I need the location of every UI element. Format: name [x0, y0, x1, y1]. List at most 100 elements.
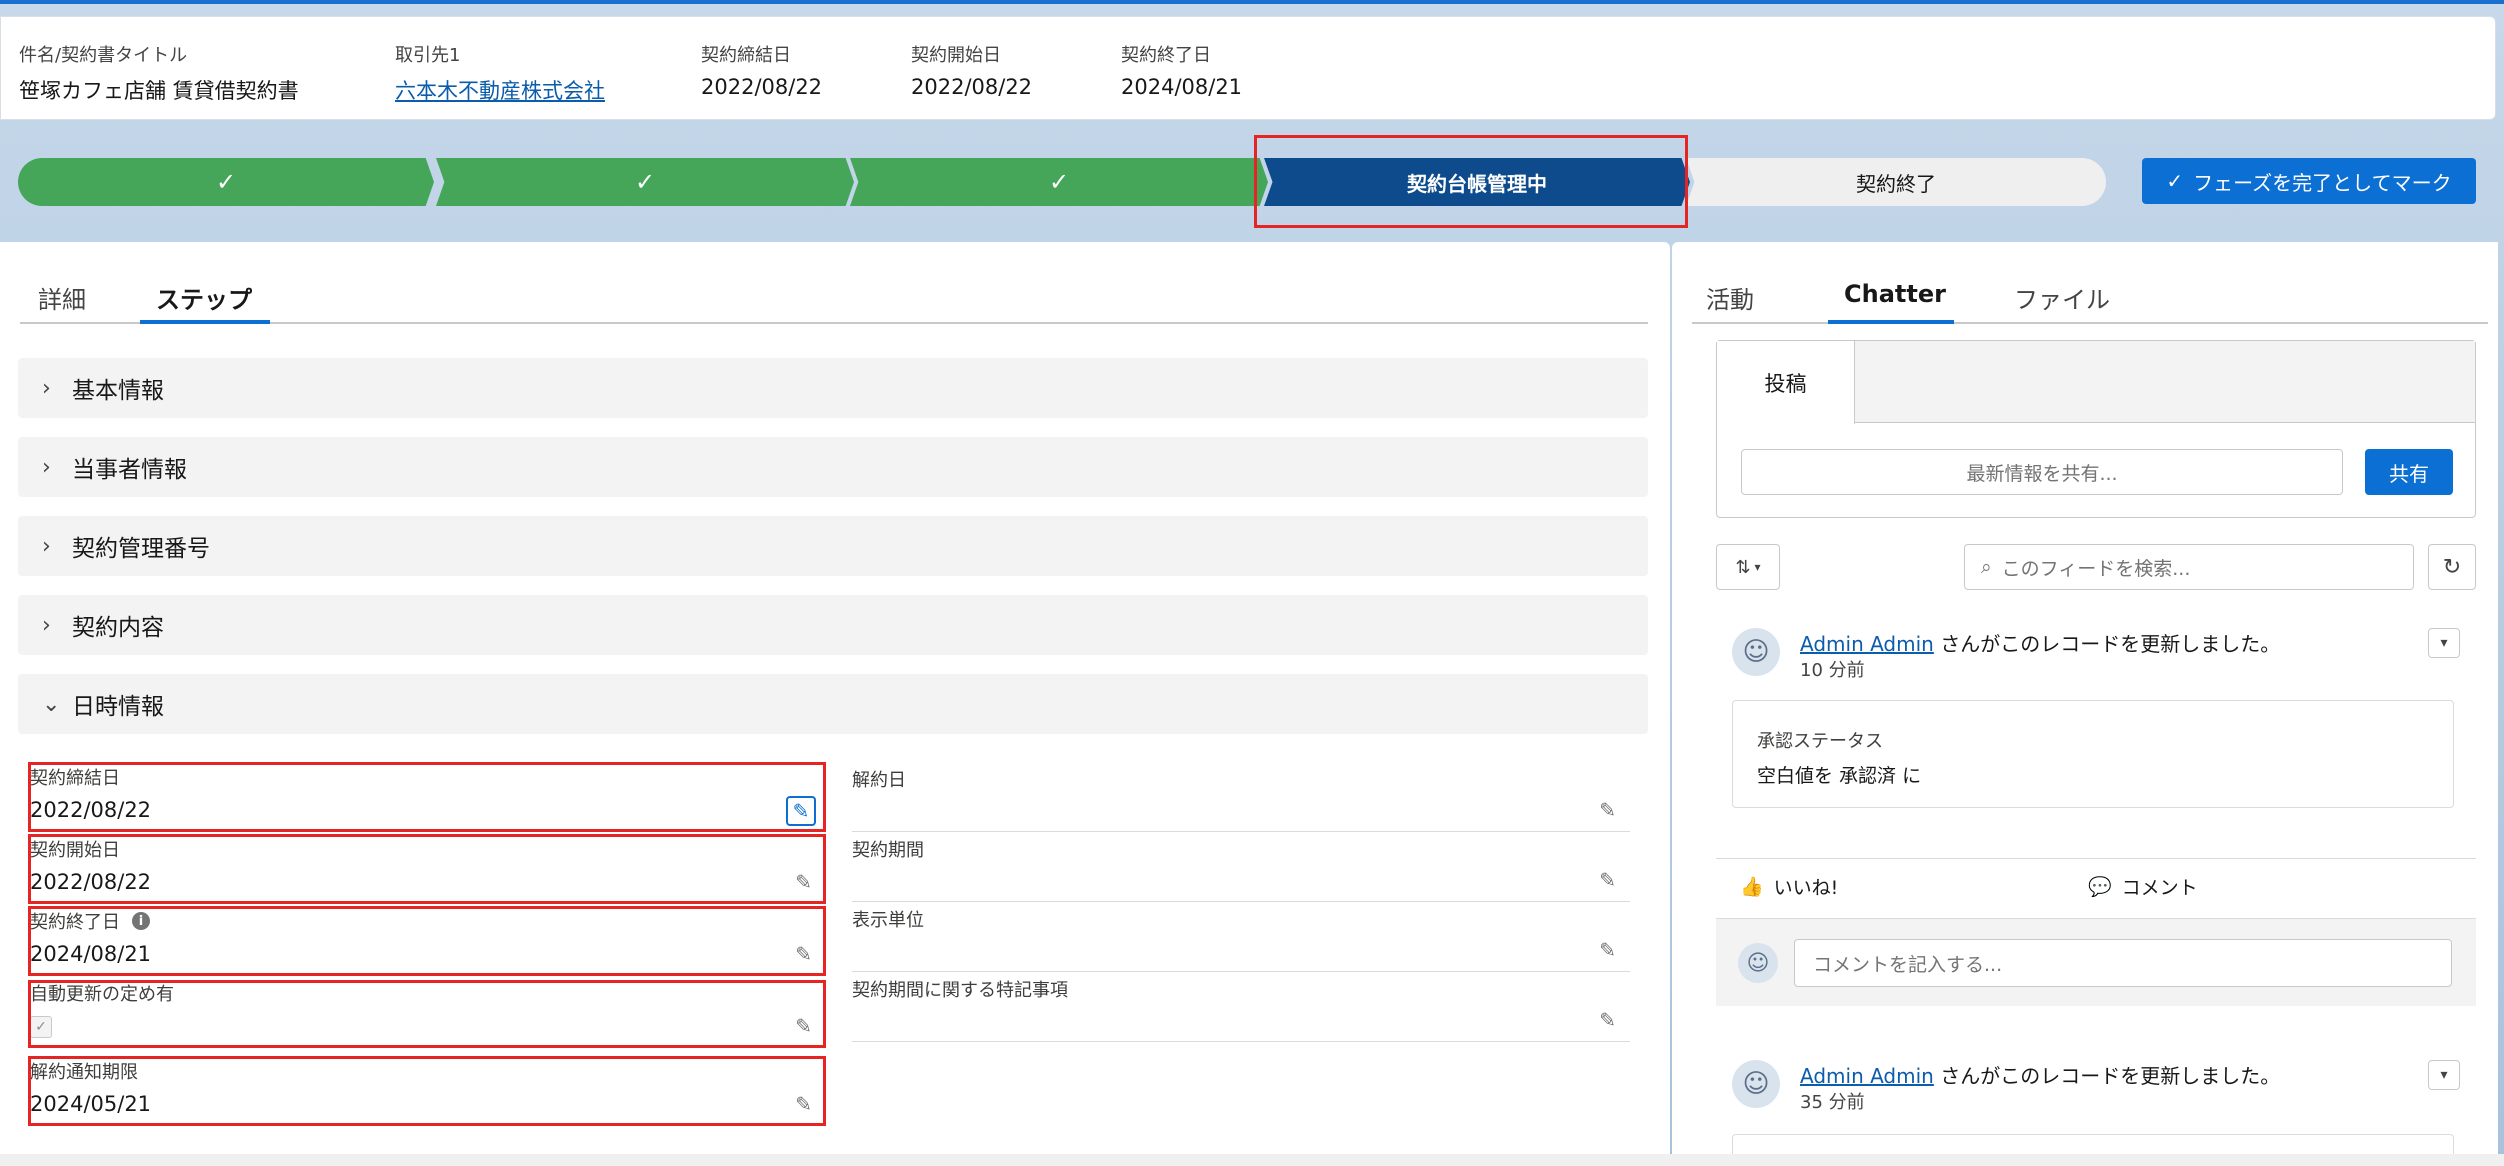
chevron-right-icon: ›	[42, 533, 51, 559]
comment-icon: 💬	[2088, 876, 2112, 898]
path-stage-5[interactable]: 契約終了	[1686, 158, 2106, 206]
avatar[interactable]: ☺	[1732, 1060, 1780, 1108]
field-label: 契約期間	[852, 840, 924, 861]
share-button[interactable]: 共有	[2365, 449, 2453, 495]
highlight-box-field	[28, 980, 826, 1048]
chevron-down-icon: ▾	[1754, 560, 1761, 574]
avatar[interactable]: ☺	[1732, 628, 1780, 676]
highlight-value: 2022/08/22	[701, 75, 823, 99]
account-link[interactable]: 六本木不動産株式会社	[395, 75, 605, 105]
check-icon: ✓	[215, 168, 237, 196]
record-detail-card: 詳細 ステップ › 基本情報 › 当事者情報 › 契約管理番号 › 契約内容 ⌄…	[0, 242, 1670, 1166]
sort-icon: ⇅	[1735, 556, 1751, 578]
highlight-box-field	[28, 906, 826, 976]
edit-pencil-icon[interactable]: ✎	[1599, 868, 1616, 892]
side-tabs: 活動 Chatter ファイル	[1692, 262, 2488, 324]
tab-steps[interactable]: ステップ	[156, 280, 252, 315]
field-label: 解約日	[852, 770, 906, 791]
active-tab-indicator	[1828, 320, 1954, 324]
top-accent-bar	[0, 0, 2504, 4]
section-title: 基本情報	[72, 378, 164, 404]
tab-chatter[interactable]: Chatter	[1844, 280, 1946, 308]
post-author-link[interactable]: Admin Admin	[1800, 1064, 1934, 1088]
path-stage-label: 契約終了	[1856, 171, 1936, 196]
post-actions: 👍 いいね! 💬 コメント	[1716, 858, 2476, 914]
section-contract-number[interactable]: › 契約管理番号	[18, 516, 1648, 576]
highlight-label: 取引先1	[395, 45, 461, 66]
section-title: 契約内容	[72, 615, 164, 641]
change-field-label: 承認ステータス	[1757, 731, 1883, 752]
refresh-icon: ↻	[2442, 554, 2462, 580]
check-icon: ✓	[2166, 169, 2184, 193]
highlight-account: 取引先1 六本木不動産株式会社	[395, 41, 605, 105]
feed-search-placeholder: このフィードを検索...	[2001, 557, 2191, 580]
highlight-label: 契約開始日	[911, 45, 1001, 66]
post-timestamp[interactable]: 10 分前	[1800, 656, 1865, 682]
section-contract-content[interactable]: › 契約内容	[18, 595, 1648, 655]
section-date-info[interactable]: ⌄ 日時情報	[18, 674, 1648, 734]
feed-search-input[interactable]: ⌕ このフィードを検索...	[1964, 544, 2414, 590]
chevron-down-icon: ▾	[2440, 1067, 2448, 1083]
tracked-change-box: 承認ステータス 空白値を 承認済 に	[1732, 700, 2454, 808]
mark-stage-complete-button[interactable]: ✓ フェーズを完了としてマーク	[2142, 158, 2476, 204]
chevron-right-icon: ›	[42, 454, 51, 480]
comment-label: コメント	[2121, 877, 2198, 899]
path-stage-1[interactable]: ✓	[18, 158, 434, 206]
check-icon: ✓	[634, 168, 656, 196]
tab-details[interactable]: 詳細	[38, 280, 86, 315]
chevron-down-icon: ⌄	[42, 691, 61, 717]
post-menu-button[interactable]: ▾	[2428, 1060, 2460, 1090]
post-text: さんがこのレコードを更新しました。	[1933, 1064, 2281, 1088]
field-divider	[852, 1041, 1630, 1042]
chatter-card: 活動 Chatter ファイル 投稿 最新情報を共有... 共有 ⇅ ▾ ⌕ こ…	[1672, 242, 2498, 1166]
edit-pencil-icon[interactable]: ✎	[1599, 938, 1616, 962]
sales-path: ✓ ✓ ✓ 契約台帳管理中 契約終了	[18, 158, 2108, 206]
section-title: 当事者情報	[72, 457, 187, 483]
highlight-box-current-stage	[1254, 135, 1688, 228]
edit-pencil-icon[interactable]: ✎	[1599, 1008, 1616, 1032]
field-label: 表示単位	[852, 910, 924, 931]
post-author-link[interactable]: Admin Admin	[1800, 632, 1934, 656]
share-update-input[interactable]: 最新情報を共有...	[1741, 449, 2343, 495]
field-divider	[852, 901, 1630, 902]
highlight-label: 契約終了日	[1121, 45, 1211, 66]
chatter-publisher: 投稿 最新情報を共有... 共有	[1716, 340, 2476, 518]
post-header: Admin Admin さんがこのレコードを更新しました。	[1800, 628, 2280, 657]
field-label: 契約期間に関する特記事項	[852, 980, 1068, 1001]
feed-refresh-button[interactable]: ↻	[2428, 544, 2476, 590]
field-period-notes: 契約期間に関する特記事項 ✎	[852, 976, 1630, 1042]
feed-sort-button[interactable]: ⇅ ▾	[1716, 544, 1780, 590]
post-timestamp[interactable]: 35 分前	[1800, 1088, 1865, 1114]
highlight-label: 件名/契約書タイトル	[19, 45, 188, 66]
highlight-box-field	[28, 834, 826, 904]
section-title: 日時情報	[72, 694, 164, 720]
search-icon: ⌕	[1981, 556, 1992, 578]
edit-pencil-icon[interactable]: ✎	[1599, 798, 1616, 822]
post-header: Admin Admin さんがこのレコードを更新しました。	[1800, 1060, 2280, 1089]
like-label: いいね!	[1773, 877, 1839, 899]
publisher-tab-post[interactable]: 投稿	[1717, 341, 1855, 424]
comment-input[interactable]: コメントを記入する...	[1794, 939, 2452, 987]
post-text: さんがこのレコードを更新しました。	[1933, 632, 2281, 656]
mark-stage-complete-label: フェーズを完了としてマーク	[2193, 170, 2452, 195]
path-stage-2[interactable]: ✓	[436, 158, 854, 206]
chevron-right-icon: ›	[42, 375, 51, 401]
chevron-down-icon: ▾	[2440, 635, 2448, 651]
change-field-value: 空白値を 承認済 に	[1757, 765, 1922, 787]
highlight-label: 契約締結日	[701, 45, 791, 66]
post-menu-button[interactable]: ▾	[2428, 628, 2460, 658]
like-button[interactable]: 👍 いいね!	[1740, 873, 1838, 900]
tab-activity[interactable]: 活動	[1706, 280, 1754, 315]
highlights-panel: 件名/契約書タイトル 笹塚カフェ店舗 賃貸借契約書 取引先1 六本木不動産株式会…	[0, 16, 2496, 120]
comment-button[interactable]: 💬 コメント	[2088, 873, 2198, 900]
highlight-value: 2024/08/21	[1121, 75, 1243, 99]
chevron-right-icon: ›	[42, 612, 51, 638]
field-display-unit: 表示単位 ✎	[852, 906, 1630, 972]
tab-files[interactable]: ファイル	[2014, 280, 2110, 315]
highlight-box-field	[28, 762, 826, 832]
section-basic-info[interactable]: › 基本情報	[18, 358, 1648, 418]
bottom-strip	[0, 1154, 2504, 1166]
path-stage-3[interactable]: ✓	[850, 158, 1268, 206]
highlight-end-date: 契約終了日 2024/08/21	[1121, 41, 1242, 99]
section-party-info[interactable]: › 当事者情報	[18, 437, 1648, 497]
